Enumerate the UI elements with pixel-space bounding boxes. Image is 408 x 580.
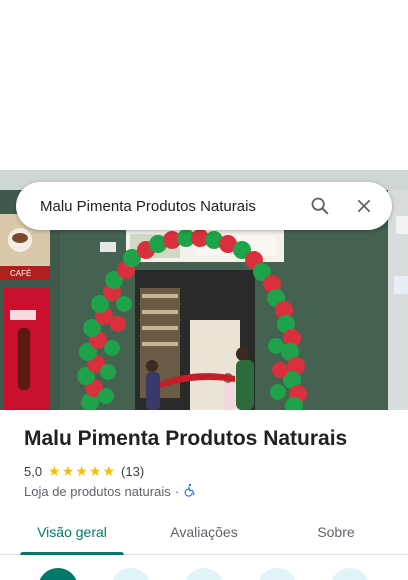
active-tab-indicator [20, 552, 124, 555]
review-count[interactable]: (13) [121, 464, 144, 479]
search-input[interactable]: Malu Pimenta Produtos Naturais [16, 198, 298, 215]
star-icon: ★ [61, 463, 75, 479]
search-icon[interactable] [298, 184, 342, 228]
tab-about[interactable]: Sobre [284, 510, 388, 554]
place-category: Loja de produtos naturais [24, 484, 171, 499]
share-button[interactable] [330, 568, 370, 580]
place-title: Malu Pimenta Produtos Naturais [24, 427, 348, 450]
search-bar[interactable]: Malu Pimenta Produtos Naturais [16, 182, 392, 230]
place-tabs: Visão geral Avaliações Sobre [0, 510, 408, 555]
star-icon: ★ [102, 463, 116, 479]
directions-button[interactable] [38, 568, 78, 580]
star-icon: ★ [75, 463, 88, 479]
send-to-phone-button[interactable] [257, 568, 297, 580]
action-buttons-row [0, 568, 408, 580]
tab-label: Sobre [317, 524, 355, 540]
svg-text:CAFÉ: CAFÉ [10, 269, 31, 278]
nearby-button[interactable] [184, 568, 224, 580]
tab-reviews[interactable]: Avaliações [152, 510, 256, 554]
rating-value: 5,0 [24, 463, 43, 479]
separator: · [174, 484, 180, 499]
map-area-blank [0, 0, 408, 170]
category-row: Loja de produtos naturais · [24, 483, 197, 500]
close-icon[interactable] [342, 184, 386, 228]
star-icon: ★ [88, 463, 102, 479]
wheelchair-icon [183, 483, 197, 500]
star-icon: ★ [48, 463, 61, 479]
tab-label: Avaliações [170, 524, 238, 540]
save-button[interactable] [111, 568, 151, 580]
star-rating: ★ ★ ★ ★ ★ [48, 464, 116, 478]
tab-label: Visão geral [37, 524, 107, 540]
tab-overview[interactable]: Visão geral [20, 510, 124, 555]
rating-row[interactable]: 5,0 ★ ★ ★ ★ ★ (13) [24, 462, 144, 480]
